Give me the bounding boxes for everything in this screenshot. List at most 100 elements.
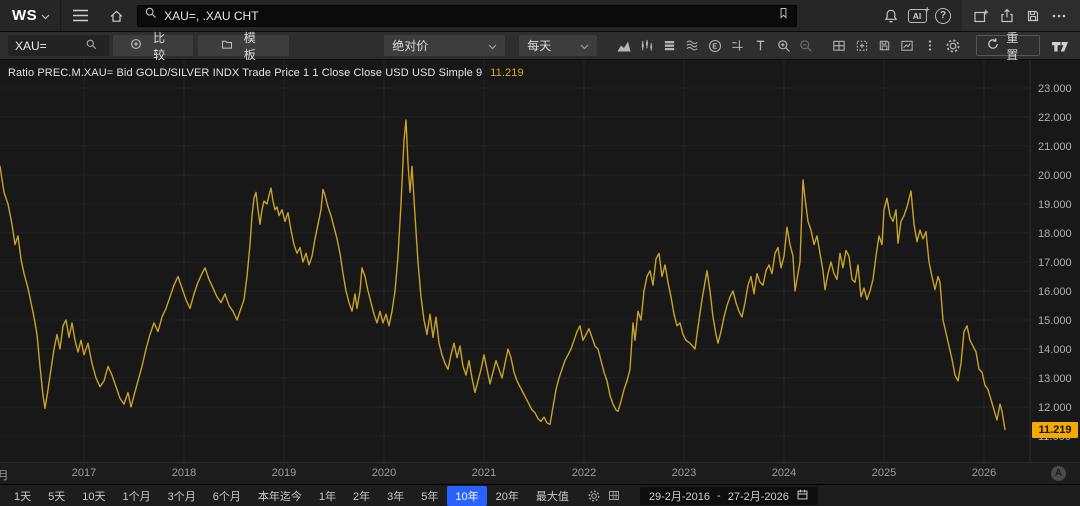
series-legend[interactable]: Ratio PREC.M.XAU= Bid GOLD/SILVER INDX T…	[8, 67, 524, 79]
save-icon[interactable]	[1020, 3, 1046, 29]
range-button-1个月[interactable]: 1个月	[115, 486, 159, 506]
price-line-series	[0, 120, 1005, 430]
range-button-10天[interactable]: 10天	[74, 486, 113, 506]
range-buttons: 1天5天10天1个月3个月6个月本年迄今1年2年3年5年10年20年最大值	[6, 486, 578, 506]
data-grid-icon[interactable]	[828, 35, 851, 57]
range-button-3年[interactable]: 3年	[379, 486, 412, 506]
layers-icon[interactable]	[658, 35, 681, 57]
save-layout-icon[interactable]	[873, 35, 896, 57]
indicator-chart-icon[interactable]	[896, 35, 919, 57]
x-axis-label: 2021	[467, 467, 501, 479]
reset-arrow-icon	[986, 37, 1000, 54]
window-actions-group	[962, 0, 1080, 31]
y-axis-label[interactable]: 18.000	[1038, 228, 1072, 240]
x-axis-label: 2020	[367, 467, 401, 479]
layout-grid-icon[interactable]	[604, 487, 624, 505]
waves-overlay-icon[interactable]	[681, 35, 704, 57]
gear-settings-icon[interactable]	[942, 35, 965, 57]
new-window-icon[interactable]	[968, 3, 994, 29]
date-to: 27-2月-2026	[728, 488, 789, 504]
compare-button[interactable]: 比较	[113, 35, 193, 56]
interval-select[interactable]: 每天	[519, 35, 596, 56]
app-logo-menu[interactable]: WS	[0, 0, 61, 31]
range-settings-gear-icon[interactable]	[584, 487, 604, 505]
x-axis-strip[interactable]: 月 A 201720182019202020212022202320242025…	[0, 462, 1080, 484]
x-axis-label: 2024	[767, 467, 801, 479]
x-axis-label: 2017	[67, 467, 101, 479]
symbol-search-icon	[85, 38, 98, 54]
chevron-down-icon	[41, 7, 50, 25]
y-axis-label[interactable]: 19.000	[1038, 199, 1072, 211]
symbol-input[interactable]	[15, 39, 85, 53]
search-icon	[144, 6, 158, 25]
x-axis-label: 2025	[867, 467, 901, 479]
chevron-down-icon	[488, 39, 497, 53]
y-axis-label[interactable]: 17.000	[1038, 257, 1072, 269]
x-axis-label: 2023	[667, 467, 701, 479]
y-axis-label[interactable]: 20.000	[1038, 170, 1072, 182]
bookmark-icon[interactable]	[777, 6, 790, 25]
last-price-label: 11.219	[1032, 422, 1078, 438]
range-button-6个月[interactable]: 6个月	[205, 486, 249, 506]
y-axis-label[interactable]: 12.000	[1038, 402, 1072, 414]
text-tool-icon[interactable]	[749, 35, 772, 57]
ws-logo: WS	[12, 7, 37, 24]
workspace-chart-app: WS AI+ ?	[0, 0, 1080, 506]
range-button-最大值[interactable]: 最大值	[528, 486, 577, 506]
zoom-in-icon[interactable]	[772, 35, 795, 57]
notifications-bell-icon[interactable]	[878, 3, 904, 29]
tradingview-logo	[1050, 39, 1074, 53]
calendar-icon	[796, 488, 809, 504]
chart-pane[interactable]: 23.000 22.000 21.000 20.000 19.000 18.000 17.0…	[0, 60, 1080, 462]
reset-label: 重置	[1006, 29, 1030, 63]
range-button-5年[interactable]: 5年	[413, 486, 446, 506]
share-export-icon[interactable]	[994, 3, 1020, 29]
y-axis-label[interactable]: 21.000	[1038, 141, 1072, 153]
y-axis-label[interactable]: 13.000	[1038, 373, 1072, 385]
search-input[interactable]	[164, 9, 771, 23]
home-icon[interactable]	[103, 3, 129, 29]
reset-button[interactable]: 重置	[976, 35, 1040, 56]
x-axis-partial-label: 月	[0, 467, 20, 483]
template-button[interactable]: 模板	[198, 35, 290, 56]
series-legend-value: 11.219	[490, 67, 523, 79]
range-button-20年[interactable]: 20年	[488, 486, 527, 506]
ai-plus-glyph: +	[925, 5, 930, 14]
global-search-bar[interactable]	[137, 5, 797, 27]
area-chart-type-icon[interactable]	[613, 35, 636, 57]
range-button-2年[interactable]: 2年	[345, 486, 378, 506]
bar-chart-type-icon[interactable]	[635, 35, 658, 57]
topbar-right-icons: AI+ ?	[878, 0, 1080, 31]
symbol-input-wrap[interactable]	[8, 35, 109, 56]
price-mode-value: 绝对价	[392, 37, 428, 54]
y-axis-label[interactable]: 22.000	[1038, 112, 1072, 124]
kebab-menu-icon[interactable]	[919, 35, 942, 57]
y-axis-label[interactable]: 23.000	[1038, 83, 1072, 95]
snapshot-icon[interactable]	[850, 35, 873, 57]
range-button-5天[interactable]: 5天	[40, 486, 73, 506]
template-label: 模板	[244, 29, 268, 63]
y-axis-label[interactable]: 14.000	[1038, 344, 1072, 356]
range-button-1天[interactable]: 1天	[6, 486, 39, 506]
date-range-picker[interactable]: 29-2月-2016 - 27-2月-2026	[640, 487, 818, 505]
range-button-10年[interactable]: 10年	[447, 486, 486, 506]
ai-assistant-icon[interactable]: AI+	[904, 3, 930, 29]
range-button-本年迄今[interactable]: 本年迄今	[250, 486, 310, 506]
crosshair-icon[interactable]	[727, 35, 750, 57]
interval-value: 每天	[527, 37, 551, 54]
hamburger-menu-icon[interactable]	[67, 3, 93, 29]
auto-scale-badge[interactable]: A	[1051, 466, 1066, 481]
range-button-3个月[interactable]: 3个月	[160, 486, 204, 506]
ai-badge-label: AI	[913, 11, 922, 21]
y-axis-label[interactable]: 15.000	[1038, 315, 1072, 327]
range-button-1年[interactable]: 1年	[311, 486, 344, 506]
price-chart-canvas[interactable]: 23.000 22.000 21.000 20.000 19.000 18.000 17.0…	[0, 60, 1080, 462]
zoom-out-icon[interactable]	[795, 35, 818, 57]
help-icon[interactable]: ?	[930, 3, 956, 29]
y-axis-label[interactable]: 16.000	[1038, 286, 1072, 298]
more-options-icon[interactable]	[1046, 3, 1072, 29]
folder-icon	[220, 38, 234, 54]
price-mode-select[interactable]: 绝对价	[384, 35, 505, 56]
events-icon[interactable]	[704, 35, 727, 57]
x-axis-label: 2018	[167, 467, 201, 479]
